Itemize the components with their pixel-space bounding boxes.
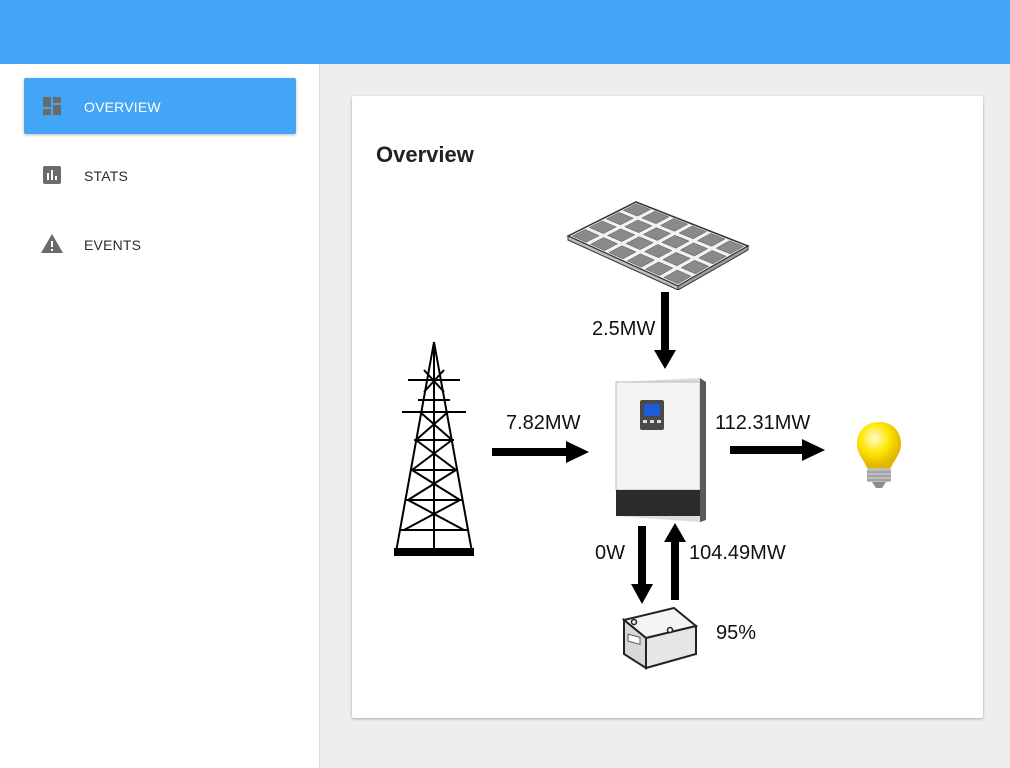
arrow-solar-to-inverter	[654, 292, 676, 369]
nav-label-stats: STATS	[84, 168, 129, 184]
arrow-inverter-to-battery	[631, 526, 653, 604]
nav-label-overview: OVERVIEW	[84, 99, 161, 115]
app-bar	[0, 0, 1010, 64]
battery-discharge-value: 104.49MW	[689, 542, 786, 564]
arrow-battery-to-inverter	[664, 523, 686, 600]
load-power-value: 112.31MW	[715, 412, 811, 434]
warning-icon	[41, 234, 63, 253]
battery-level-value: 95%	[716, 622, 757, 644]
solar-power-value: 2.5MW	[592, 318, 656, 340]
power-tower-icon	[394, 341, 474, 556]
bar-chart-icon	[43, 166, 61, 184]
light-bulb-icon	[857, 422, 901, 488]
dashboard-icon	[43, 97, 61, 115]
nav-item-overview[interactable]: OVERVIEW	[24, 78, 296, 134]
solar-panel-icon	[566, 201, 750, 290]
nav-item-events[interactable]: EVENTS	[24, 216, 296, 272]
arrow-inverter-to-load	[730, 439, 825, 461]
sidebar: OVERVIEW STATS EVENTS	[0, 64, 320, 768]
overview-card: Overview 2.5MW 7.82MW 112.31MW 0W 104.49…	[352, 96, 983, 718]
grid-power-value: 7.82MW	[506, 412, 581, 434]
arrow-grid-to-inverter	[492, 441, 589, 463]
nav-item-stats[interactable]: STATS	[24, 147, 296, 203]
battery-icon	[621, 606, 698, 670]
inverter-icon	[615, 378, 706, 522]
page-title: Overview	[376, 142, 474, 167]
nav-label-events: EVENTS	[84, 237, 142, 253]
battery-charge-value: 0W	[595, 542, 625, 564]
